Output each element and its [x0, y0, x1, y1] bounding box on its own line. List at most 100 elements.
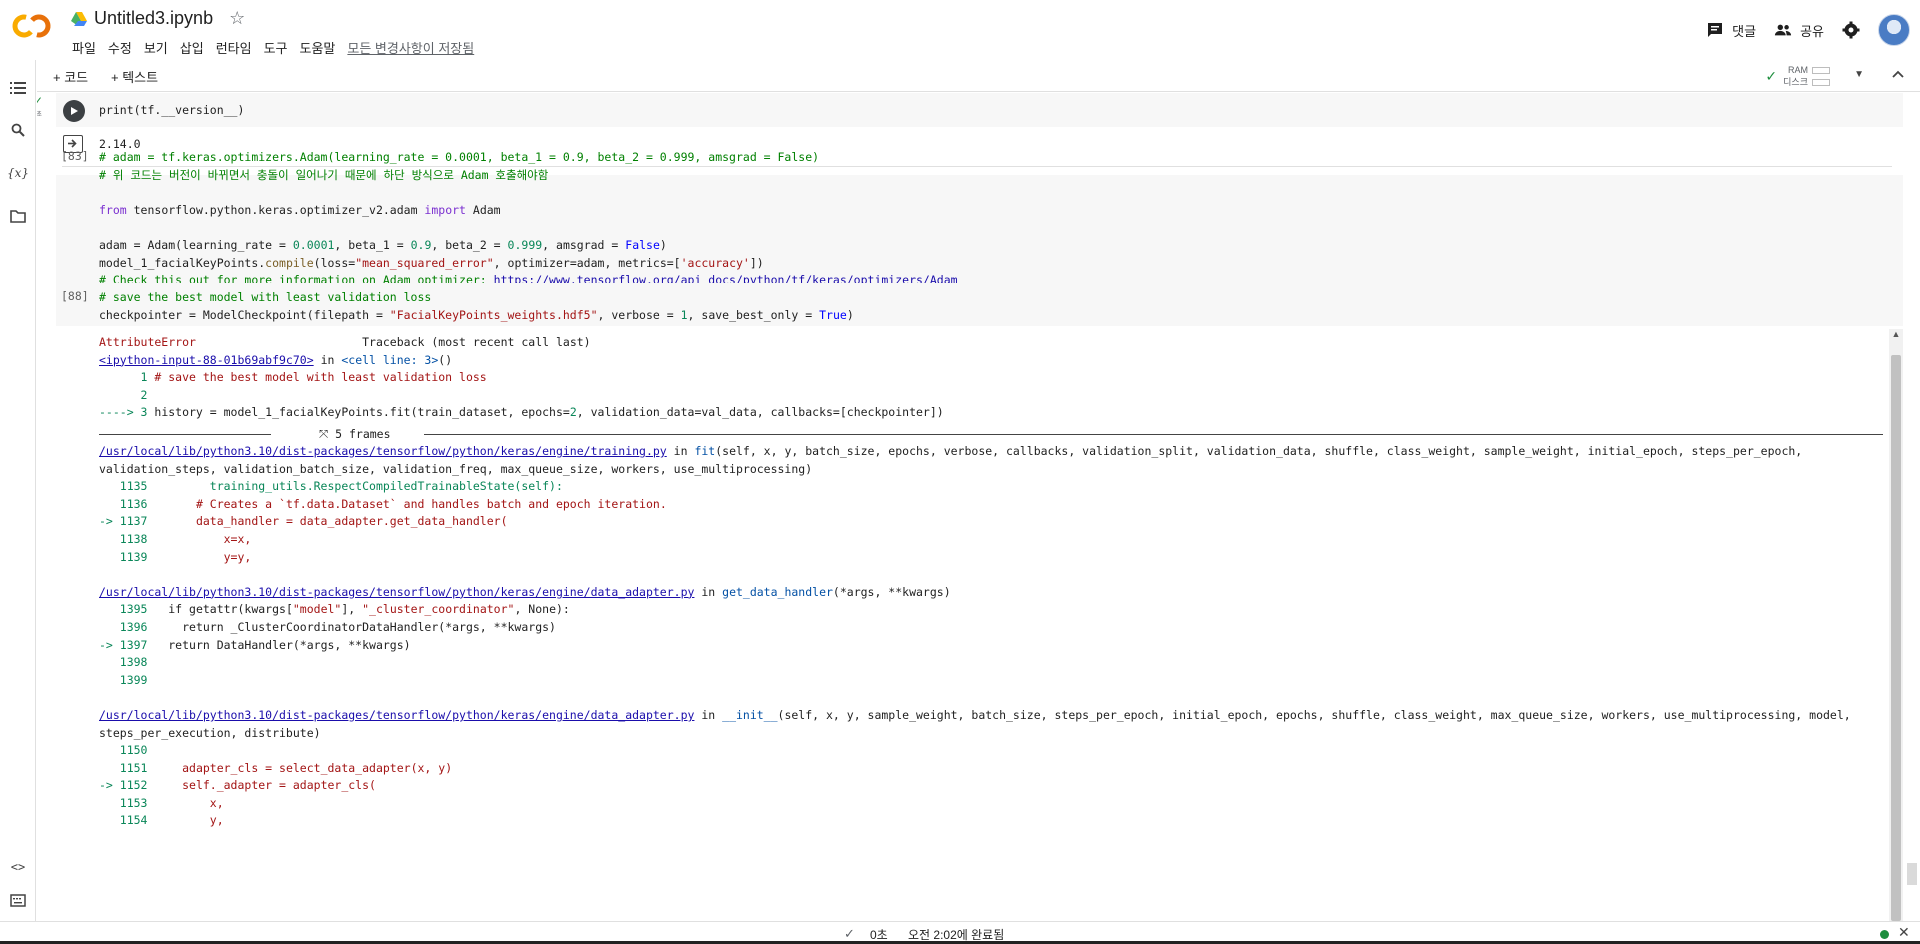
menu-file[interactable]: 파일 — [66, 36, 102, 59]
cell-code[interactable]: # save the best model with least validat… — [99, 289, 854, 324]
frame-function: fit — [694, 444, 716, 458]
menu-runtime[interactable]: 런타임 — [210, 36, 258, 59]
traceback-text: AttributeError Traceback (most recent ca… — [99, 334, 944, 422]
folder-icon[interactable] — [8, 206, 28, 226]
disk-label: 디스크 — [1783, 77, 1808, 87]
frame-function: __init__ — [722, 707, 778, 722]
resource-monitor[interactable]: ✓ RAM 디스크 — [1765, 64, 1830, 88]
run-cell-button[interactable] — [63, 100, 85, 122]
code-text: in — [313, 352, 342, 367]
frame-path[interactable]: /usr/local/lib/python3.10/dist-packages/… — [99, 444, 667, 458]
function-name: compile — [265, 255, 314, 270]
string: "model" — [292, 602, 342, 617]
number: 1 — [680, 307, 688, 322]
code-text: self._adapter = adapter_cls( — [182, 778, 376, 793]
comment-icon — [1708, 23, 1723, 37]
comment-button[interactable]: 댓글 — [1706, 21, 1756, 40]
executed-check-icon: ✓ — [37, 94, 44, 108]
frames-toggle[interactable]: ⤧ 5 frames — [99, 427, 1883, 441]
frame-function: get_data_handler — [722, 584, 833, 599]
colab-logo[interactable] — [12, 12, 52, 40]
code-text: tensorflow.python.keras.optimizer_v2.ada… — [126, 202, 425, 217]
code-text: checkpointer = ModelCheckpoint(filepath … — [99, 307, 390, 322]
add-code-button[interactable]: + 코드 — [53, 67, 88, 86]
add-text-button[interactable]: + 텍스트 — [111, 67, 158, 86]
output-scrollbar[interactable]: ▲ — [1889, 329, 1903, 921]
string: 'accuracy' — [680, 255, 750, 270]
exec-time: 0초 — [37, 112, 42, 118]
terminal-icon[interactable] — [8, 890, 28, 910]
scroll-up-arrow[interactable]: ▲ — [1889, 329, 1903, 343]
code-text: adam = Adam(learning_rate = — [99, 237, 293, 252]
frame-signature: (*args, **kwargs) — [832, 584, 951, 599]
menu-view[interactable]: 보기 — [138, 36, 174, 59]
line-number: 1150 — [99, 743, 148, 758]
line-number: 1 — [99, 370, 155, 385]
code-text: return _ClusterCoordinatorDataHandler(*a… — [182, 619, 556, 634]
cell-editor[interactable] — [56, 93, 1903, 127]
settings-button[interactable] — [1842, 21, 1860, 39]
save-status-link[interactable]: 모든 변경사항이 저장됨 — [341, 36, 480, 59]
code-text: x, — [209, 795, 224, 810]
code-text: ) — [659, 237, 667, 252]
notebook-toolbar: + 코드 + 텍스트 ✓ RAM 디스크 ▼ — [37, 60, 1920, 92]
traceback-header: Traceback (most recent call last) — [362, 335, 591, 349]
chevron-up-icon[interactable] — [1892, 65, 1904, 81]
code-text: in — [666, 444, 695, 458]
code-text: , amsgrad = — [542, 237, 626, 252]
star-icon[interactable]: ☆ — [229, 8, 245, 29]
menu-help[interactable]: 도움말 — [294, 36, 342, 59]
share-button[interactable]: 공유 — [1774, 21, 1824, 40]
connection-status-dot — [1880, 930, 1889, 939]
cell-code[interactable]: print(tf.__version__) — [99, 102, 244, 120]
menu-insert[interactable]: 삽입 — [174, 36, 210, 59]
frames-label-wrap[interactable]: ⤧ 5 frames — [319, 427, 391, 442]
code-line-1: # save the best model with least validat… — [99, 290, 432, 304]
search-icon[interactable] — [8, 120, 28, 140]
notebook-title[interactable]: Untitled3.ipynb — [94, 8, 213, 29]
line-number: 1395 — [99, 602, 169, 617]
input-link[interactable]: <ipython-input-88-01b69abf9c70> — [99, 353, 314, 367]
string: "_cluster_coordinator" — [362, 602, 515, 617]
error-name: AttributeError — [99, 335, 196, 349]
close-icon[interactable]: ✕ — [1898, 924, 1910, 941]
table-of-contents-icon[interactable] — [8, 78, 28, 98]
ram-bar — [1812, 67, 1830, 75]
line-number: 2 — [99, 387, 148, 402]
cell-code[interactable]: # adam = tf.keras.optimizers.Adam(learni… — [99, 149, 958, 290]
code-text: Adam — [465, 202, 501, 217]
code-text: data_handler = data_adapter.get_data_han… — [195, 514, 508, 529]
page-scroll-thumb[interactable] — [1907, 863, 1917, 885]
number: 0.0001 — [292, 237, 335, 252]
avatar[interactable] — [1878, 14, 1910, 46]
code-text: return DataHandler(*args, **kwargs) — [168, 637, 411, 652]
connected-check-icon: ✓ — [1765, 68, 1778, 84]
line-number: 1138 — [99, 531, 224, 546]
keyword: False — [625, 237, 660, 252]
menu-edit[interactable]: 수정 — [102, 36, 138, 59]
divider-line — [424, 434, 1883, 435]
people-icon — [1774, 24, 1792, 36]
code-text: ]) — [749, 255, 764, 270]
frame-path[interactable]: /usr/local/lib/python3.10/dist-packages/… — [99, 585, 694, 599]
keyword: import — [424, 202, 466, 217]
scroll-thumb[interactable] — [1891, 355, 1901, 921]
code-text: , validation_data=val_data, callbacks=[c… — [576, 405, 944, 420]
code-text: history = model_1_facialKeyPoints.fit(tr… — [154, 405, 570, 420]
code-snippets-icon[interactable]: <> — [8, 857, 28, 877]
error-arrow: -> 1397 — [99, 637, 169, 652]
top-right-actions: 댓글 공유 — [1706, 14, 1910, 46]
frame-path[interactable]: /usr/local/lib/python3.10/dist-packages/… — [99, 708, 694, 722]
code-line: print(tf.__version__) — [99, 103, 245, 117]
ram-label: RAM — [1788, 65, 1808, 75]
line-number: 1153 — [99, 795, 210, 810]
line-number: 1154 — [99, 813, 210, 828]
code-text: in — [694, 707, 723, 722]
gear-icon — [1842, 21, 1860, 39]
chevron-down-icon[interactable]: ▼ — [1854, 69, 1864, 80]
menu-tools[interactable]: 도구 — [258, 36, 294, 59]
code-text: , optimizer=adam, metrics=[ — [493, 255, 681, 270]
variables-icon[interactable]: {x} — [7, 163, 29, 183]
keyword: from — [99, 202, 127, 217]
code-text: y=y, — [223, 549, 252, 564]
